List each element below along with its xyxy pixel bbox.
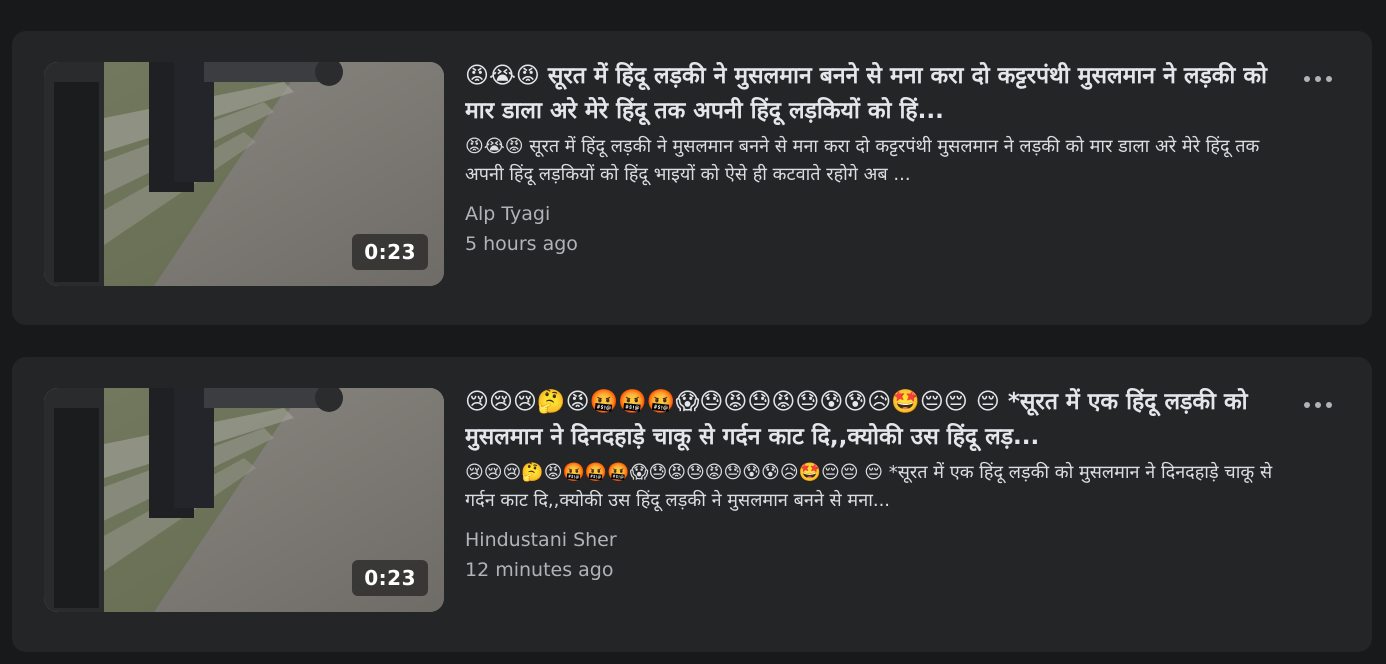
dot xyxy=(1315,402,1321,408)
dot xyxy=(1326,402,1332,408)
video-description: 😡😭😡 सूरत में हिंदू लड़की ने मुसलमान बनने… xyxy=(465,136,1260,185)
dot xyxy=(1315,76,1321,82)
video-card[interactable]: 0:23 😡😭😡 सूरत में हिंदू लड़की ने मुसलमान… xyxy=(12,31,1372,325)
video-author[interactable]: Hindustani Sher xyxy=(465,525,1295,555)
video-title[interactable]: 😡😭😡 सूरत में हिंदू लड़की ने मुसलमान बनने… xyxy=(465,59,1295,129)
more-options-icon[interactable] xyxy=(1300,391,1336,419)
dot xyxy=(1326,76,1332,82)
video-title[interactable]: 😢😢😢🤔😡🤬🤬🤬😱😓😡😓😡😓😰😰😥🤩😔😔 😔 *सूरत में एक हिंद… xyxy=(465,385,1295,455)
video-info: 😢😢😢🤔😡🤬🤬🤬😱😓😡😓😡😓😰😰😥🤩😔😔 😔 *सूरत में एक हिंद… xyxy=(465,385,1295,585)
video-info: 😡😭😡 सूरत में हिंदू लड़की ने मुसलमान बनने… xyxy=(465,59,1295,259)
video-thumbnail[interactable]: 0:23 xyxy=(44,62,444,286)
dot xyxy=(1304,402,1310,408)
more-options-icon[interactable] xyxy=(1300,65,1336,93)
video-card[interactable]: 0:23 😢😢😢🤔😡🤬🤬🤬😱😓😡😓😡😓😰😰😥🤩😔😔 😔 *सूरत में एक… xyxy=(12,357,1372,652)
video-timestamp: 12 minutes ago xyxy=(465,559,614,581)
video-duration: 0:23 xyxy=(352,560,428,596)
video-author[interactable]: Alp Tyagi xyxy=(465,199,1295,229)
video-feed: 0:23 😡😭😡 सूरत में हिंदू लड़की ने मुसलमान… xyxy=(0,0,1386,664)
dot xyxy=(1304,76,1310,82)
video-timestamp: 5 hours ago xyxy=(465,233,578,255)
video-duration: 0:23 xyxy=(352,234,428,270)
video-description: 😢😢😢🤔😡🤬🤬🤬😱😓😡😓😡😓😰😰😥🤩😔😔 😔 *सूरत में एक हिंद… xyxy=(465,462,1273,511)
video-thumbnail[interactable]: 0:23 xyxy=(44,388,444,612)
